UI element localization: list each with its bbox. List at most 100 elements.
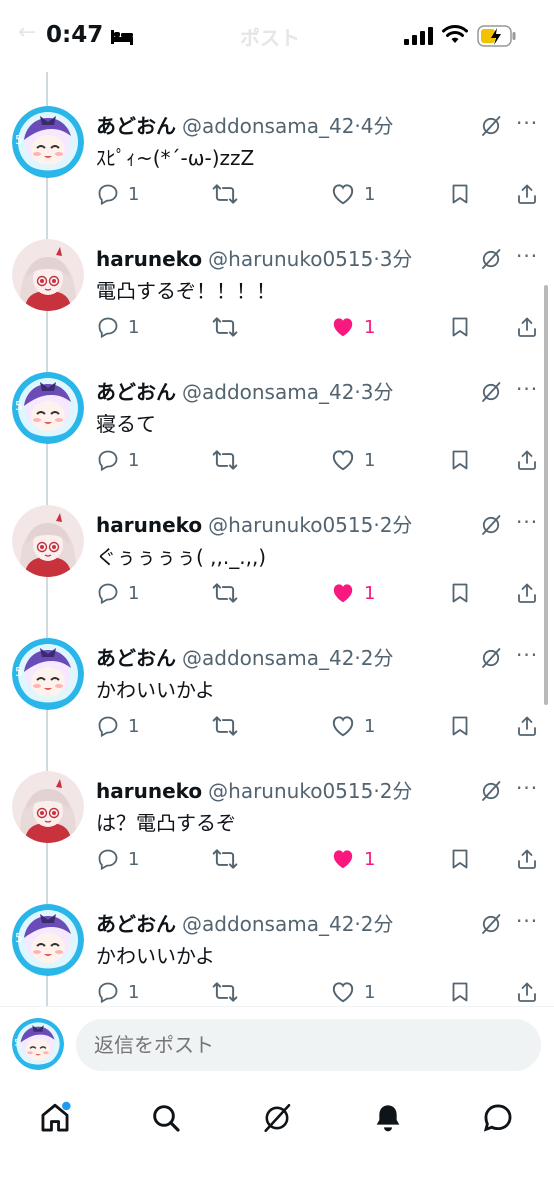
- display-name[interactable]: あどおん: [96, 646, 176, 670]
- share-button[interactable]: [515, 712, 539, 740]
- post[interactable]: haruneko @harunuko0515·2分 ··· は？電凸するぞ 1 1: [0, 765, 554, 898]
- display-name[interactable]: haruneko: [96, 513, 202, 537]
- tab-notifications[interactable]: [368, 1098, 408, 1138]
- like-button[interactable]: 1: [330, 579, 375, 607]
- more-options-icon[interactable]: ···: [516, 510, 538, 534]
- addon-avatar-icon[interactable]: [12, 106, 84, 178]
- repost-button[interactable]: [212, 978, 246, 1006]
- grok-icon[interactable]: [479, 114, 503, 138]
- like-button[interactable]: 1: [330, 845, 375, 873]
- share-button[interactable]: [515, 446, 539, 474]
- bookmark-button[interactable]: [448, 579, 472, 607]
- back-arrow-icon[interactable]: ←: [18, 20, 36, 45]
- more-options-icon[interactable]: ···: [516, 909, 538, 933]
- scrollbar[interactable]: [544, 285, 548, 705]
- more-options-icon[interactable]: ···: [516, 377, 538, 401]
- grok-icon[interactable]: [479, 779, 503, 803]
- grok-icon[interactable]: [479, 646, 503, 670]
- display-name[interactable]: あどおん: [96, 380, 176, 404]
- bottom-tab-bar: [0, 1084, 554, 1199]
- haruneko-avatar-icon[interactable]: [12, 239, 84, 311]
- post[interactable]: あどおん @addonsama_42·2分 ··· かわいいかよ 1 1: [0, 632, 554, 765]
- more-options-icon[interactable]: ···: [516, 111, 538, 135]
- user-handle[interactable]: @addonsama_42: [182, 646, 354, 670]
- bookmark-button[interactable]: [448, 845, 472, 873]
- grok-icon[interactable]: [479, 380, 503, 404]
- tab-search[interactable]: [146, 1098, 186, 1138]
- post[interactable]: haruneko @harunuko0515·2分 ··· ぐぅぅぅぅ( ,,._.,…: [0, 499, 554, 632]
- like-button[interactable]: 1: [330, 313, 375, 341]
- post-time[interactable]: ·3分: [354, 380, 393, 404]
- like-count: 1: [364, 449, 376, 471]
- addon-avatar-icon[interactable]: [12, 638, 84, 710]
- like-button[interactable]: 1: [330, 180, 375, 208]
- share-button[interactable]: [515, 579, 539, 607]
- post-time[interactable]: ·2分: [373, 513, 412, 537]
- grok-icon[interactable]: [479, 247, 503, 271]
- bookmark-button[interactable]: [448, 180, 472, 208]
- share-button[interactable]: [515, 845, 539, 873]
- user-handle[interactable]: @addonsama_42: [182, 114, 354, 138]
- reply-button[interactable]: 1: [96, 845, 139, 873]
- reply-button[interactable]: 1: [96, 313, 139, 341]
- repost-button[interactable]: [212, 313, 246, 341]
- display-name[interactable]: あどおん: [96, 912, 176, 936]
- post-time[interactable]: ·2分: [354, 646, 393, 670]
- more-options-icon[interactable]: ···: [516, 776, 538, 800]
- post-time[interactable]: ·4分: [354, 114, 393, 138]
- post-time[interactable]: ·2分: [354, 912, 393, 936]
- repost-button[interactable]: [212, 579, 246, 607]
- display-name[interactable]: haruneko: [96, 247, 202, 271]
- addon-avatar-icon[interactable]: [12, 904, 84, 976]
- addon-avatar-icon[interactable]: [12, 372, 84, 444]
- grok-icon[interactable]: [479, 912, 503, 936]
- user-handle[interactable]: @harunuko0515: [208, 247, 373, 271]
- tab-home[interactable]: [35, 1098, 75, 1138]
- reply-button[interactable]: 1: [96, 978, 139, 1006]
- repost-button[interactable]: [212, 180, 246, 208]
- heart-filled-icon: [330, 314, 356, 340]
- reply-input[interactable]: [76, 1019, 541, 1071]
- share-button[interactable]: [515, 180, 539, 208]
- like-button[interactable]: 1: [330, 712, 375, 740]
- user-handle[interactable]: @harunuko0515: [208, 513, 373, 537]
- post[interactable]: haruneko @harunuko0515·3分 ··· 電凸するぞ！！！！ 1 1: [0, 233, 554, 366]
- more-options-icon[interactable]: ···: [516, 244, 538, 268]
- more-options-icon[interactable]: ···: [516, 643, 538, 667]
- like-button[interactable]: 1: [330, 446, 375, 474]
- haruneko-avatar-icon[interactable]: [12, 505, 84, 577]
- user-handle[interactable]: @harunuko0515: [208, 779, 373, 803]
- post-time[interactable]: ·3分: [373, 247, 412, 271]
- tab-messages[interactable]: [478, 1098, 518, 1138]
- post-text: かわいいかよ: [96, 944, 215, 968]
- display-name[interactable]: haruneko: [96, 779, 202, 803]
- repost-button[interactable]: [212, 845, 246, 873]
- bookmark-button[interactable]: [448, 712, 472, 740]
- bookmark-button[interactable]: [448, 978, 472, 1006]
- reply-button[interactable]: 1: [96, 446, 139, 474]
- user-handle[interactable]: @addonsama_42: [182, 380, 354, 404]
- header-title: ポスト: [240, 26, 300, 50]
- heart-filled-icon: [330, 580, 356, 606]
- share-button[interactable]: [515, 978, 539, 1006]
- reply-button[interactable]: 1: [96, 579, 139, 607]
- reply-button[interactable]: 1: [96, 180, 139, 208]
- post[interactable]: あどおん @addonsama_42·4分 ··· ｽﾋﾟｨ~(*´-ω-)zzZ 1 1: [0, 100, 554, 233]
- display-name[interactable]: あどおん: [96, 114, 176, 138]
- post-time[interactable]: ·2分: [373, 779, 412, 803]
- repost-button[interactable]: [212, 712, 246, 740]
- user-avatar[interactable]: [12, 1018, 64, 1070]
- grok-icon[interactable]: [479, 513, 503, 537]
- reply-button[interactable]: 1: [96, 712, 139, 740]
- post-header: あどおん @addonsama_42·4分: [96, 110, 394, 139]
- bookmark-button[interactable]: [448, 313, 472, 341]
- share-icon: [515, 182, 539, 206]
- bookmark-button[interactable]: [448, 446, 472, 474]
- repost-button[interactable]: [212, 446, 246, 474]
- post[interactable]: あどおん @addonsama_42·3分 ··· 寝るて 1 1: [0, 366, 554, 499]
- tab-grok[interactable]: [257, 1098, 297, 1138]
- share-button[interactable]: [515, 313, 539, 341]
- like-button[interactable]: 1: [330, 978, 375, 1006]
- user-handle[interactable]: @addonsama_42: [182, 912, 354, 936]
- haruneko-avatar-icon[interactable]: [12, 771, 84, 843]
